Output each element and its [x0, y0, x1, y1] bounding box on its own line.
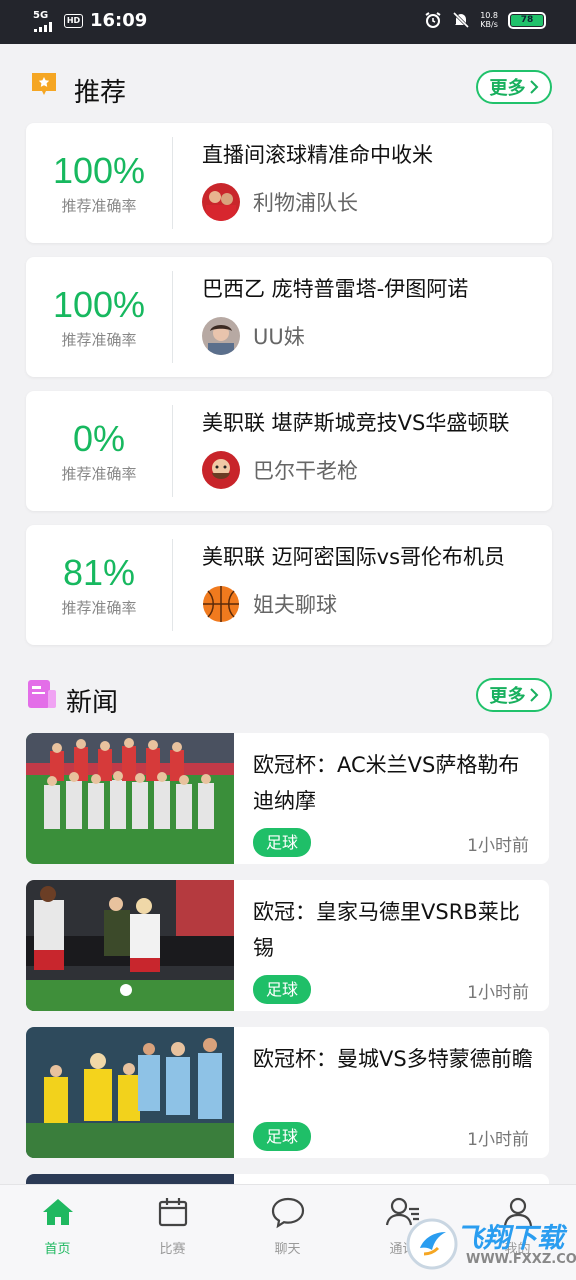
category-tag[interactable]: 足球 — [253, 1122, 311, 1151]
battery-icon: 78 — [508, 11, 546, 29]
news-card-title: 欧冠杯：AC米兰VS萨格勒布迪纳摩 — [253, 753, 520, 813]
tab-label: 首页 — [44, 1242, 71, 1257]
recommend-card[interactable]: 100% 推荐准确率 巴西乙 庞特普雷塔-伊图阿诺 UU妹 — [26, 257, 552, 377]
chat-bubble-icon — [271, 1197, 304, 1229]
news-card[interactable] — [26, 1174, 549, 1184]
recommend-card-title: 巴西乙 庞特普雷塔-伊图阿诺 — [202, 277, 469, 301]
basketball-avatar[interactable] — [202, 585, 240, 623]
divider — [172, 137, 173, 229]
news-thumbnail[interactable] — [26, 1174, 234, 1184]
recommend-header: 推荐 更多 — [26, 66, 552, 110]
news-thumbnail[interactable] — [26, 880, 234, 1011]
recommend-title: 推荐 — [74, 78, 127, 108]
recommend-card-title: 美职联 迈阿密国际vs哥伦布机员 — [202, 545, 506, 569]
news-icon — [28, 680, 56, 708]
tab-label: 聊天 — [274, 1242, 301, 1257]
calendar-icon — [158, 1198, 187, 1227]
tab-chat[interactable]: 聊天 — [230, 1195, 345, 1257]
author-row[interactable]: 利物浦队长 — [202, 183, 358, 221]
site-watermark: 飞翔下载 WWW.FXXZ.COM — [406, 1216, 576, 1280]
recommend-card-title: 直播间滚球精准命中收米 — [202, 143, 433, 167]
clock: 16:09 — [90, 10, 148, 31]
alarm-icon — [425, 12, 441, 28]
avatar[interactable] — [202, 451, 240, 489]
author-row[interactable]: UU妹 — [202, 317, 305, 355]
accuracy-block: 0% 推荐准确率 — [26, 417, 172, 484]
author-name: 巴尔干老枪 — [253, 459, 358, 483]
recommend-card[interactable]: 100% 推荐准确率 直播间滚球精准命中收米 利物浦队长 — [26, 123, 552, 243]
tab-matches[interactable]: 比赛 — [115, 1195, 230, 1257]
accuracy-label: 推荐准确率 — [61, 599, 137, 617]
accuracy-value: 81% — [62, 552, 136, 593]
news-card[interactable]: 欧冠：皇家马德里VSRB莱比锡 足球 1小时前 — [26, 880, 549, 1011]
recommend-card[interactable]: 81% 推荐准确率 美职联 迈阿密国际vs哥伦布机员 姐夫聊球 — [26, 525, 552, 645]
accuracy-block: 100% 推荐准确率 — [26, 283, 172, 350]
main-content[interactable]: 推荐 更多 100% 推荐准确率 直播间滚球精准命中收米 利物浦队长 100% … — [0, 44, 576, 1184]
accuracy-value: 100% — [52, 150, 146, 191]
publish-time: 1小时前 — [467, 836, 529, 856]
accuracy-label: 推荐准确率 — [61, 465, 137, 483]
accuracy-label: 推荐准确率 — [61, 331, 137, 349]
category-tag[interactable]: 足球 — [253, 975, 311, 1004]
watermark-url: WWW.FXXZ.COM — [466, 1252, 576, 1267]
news-thumbnail[interactable] — [26, 1027, 234, 1158]
news-card[interactable]: 欧冠杯：AC米兰VS萨格勒布迪纳摩 足球 1小时前 — [26, 733, 549, 864]
divider — [172, 405, 173, 497]
publish-time: 1小时前 — [467, 1130, 529, 1150]
recommend-badge-icon — [32, 73, 56, 95]
avatar[interactable] — [202, 317, 240, 355]
chevron-right-icon — [529, 80, 538, 94]
recommend-card[interactable]: 0% 推荐准确率 美职联 堪萨斯城竞技VS华盛顿联 巴尔干老枪 — [26, 391, 552, 511]
accuracy-block: 100% 推荐准确率 — [26, 149, 172, 216]
chevron-right-icon — [529, 688, 538, 702]
news-card-title: 欧冠：皇家马德里VSRB莱比锡 — [253, 900, 520, 960]
tab-label: 比赛 — [159, 1242, 186, 1257]
hd-badge: HD — [64, 14, 83, 28]
news-more-button[interactable]: 更多 — [476, 678, 552, 712]
accuracy-value: 0% — [72, 418, 126, 459]
accuracy-block: 81% 推荐准确率 — [26, 551, 172, 618]
avatar[interactable] — [202, 183, 240, 221]
recommend-more-button[interactable]: 更多 — [476, 70, 552, 104]
watermark-logo-icon — [406, 1218, 458, 1270]
news-thumbnail[interactable] — [26, 733, 234, 864]
publish-time: 1小时前 — [467, 983, 529, 1003]
tab-home[interactable]: 首页 — [0, 1195, 115, 1257]
author-name: 姐夫聊球 — [253, 593, 337, 617]
author-name: 利物浦队长 — [253, 191, 358, 215]
home-icon — [42, 1199, 73, 1225]
watermark-text: 飞翔下载 — [456, 1223, 564, 1254]
status-bar: 5G HD 16:09 10.8 KB/s 78 — [0, 0, 576, 44]
network-indicator: 5G — [33, 10, 49, 21]
mute-bell-icon — [453, 11, 470, 29]
divider — [172, 271, 173, 363]
news-card-title: 欧冠杯：曼城VS多特蒙德前瞻 — [253, 1047, 533, 1071]
divider — [172, 539, 173, 631]
accuracy-label: 推荐准确率 — [61, 197, 137, 215]
battery-level: 78 — [511, 14, 543, 26]
news-card[interactable]: 欧冠杯：曼城VS多特蒙德前瞻 足球 1小时前 — [26, 1027, 549, 1158]
news-header: 新闻 更多 — [26, 676, 552, 720]
signal-icon — [34, 22, 52, 32]
author-row[interactable]: 姐夫聊球 — [202, 585, 337, 623]
accuracy-value: 100% — [52, 284, 146, 325]
recommend-card-title: 美职联 堪萨斯城竞技VS华盛顿联 — [202, 411, 510, 435]
author-row[interactable]: 巴尔干老枪 — [202, 451, 358, 489]
network-speed: 10.8 KB/s — [480, 11, 498, 29]
author-name: UU妹 — [253, 325, 305, 349]
category-tag[interactable]: 足球 — [253, 828, 311, 857]
news-title: 新闻 — [66, 688, 119, 718]
